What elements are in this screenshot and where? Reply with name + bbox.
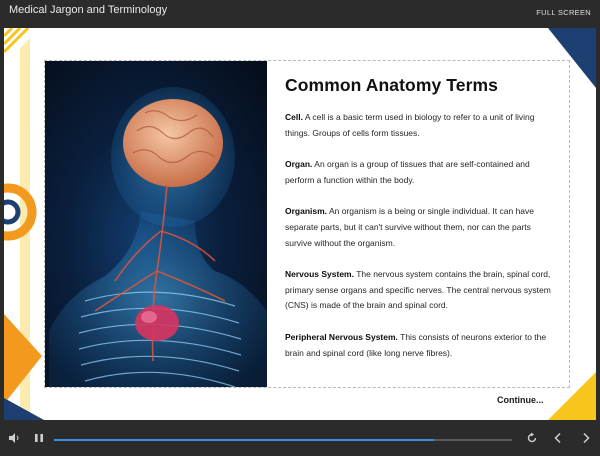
term-label: Peripheral Nervous System.	[285, 331, 398, 342]
decorative-corner-navy	[4, 398, 44, 420]
anatomy-illustration	[49, 87, 267, 387]
top-bar: Medical Jargon and Terminology FULL SCRE…	[0, 0, 600, 28]
course-title: Medical Jargon and Terminology	[9, 4, 168, 16]
fullscreen-button[interactable]: FULL SCREEN	[536, 8, 591, 17]
pause-icon[interactable]	[33, 432, 45, 444]
term-item-peripheral-nervous-system: Peripheral Nervous System. This consists…	[285, 330, 557, 361]
continue-link[interactable]: Continue...	[497, 395, 544, 405]
term-label: Organism.	[285, 206, 328, 217]
terms-content: Common Anatomy Terms Cell. A cell is a b…	[285, 75, 557, 381]
progress-bar[interactable]	[54, 439, 512, 441]
next-icon[interactable]	[580, 432, 592, 444]
term-item-organism: Organism. An organism is a being or sing…	[285, 204, 557, 251]
term-item-nervous-system: Nervous System. The nervous system conta…	[285, 267, 557, 314]
term-item-cell: Cell. A cell is a basic term used in bio…	[285, 110, 557, 141]
term-label: Nervous System.	[285, 269, 354, 280]
content-panel: Common Anatomy Terms Cell. A cell is a b…	[44, 60, 570, 388]
term-label: Cell.	[285, 112, 303, 122]
slide: Common Anatomy Terms Cell. A cell is a b…	[4, 28, 596, 420]
slide-heading: Common Anatomy Terms	[285, 75, 498, 95]
anatomy-image	[45, 61, 267, 387]
prev-icon[interactable]	[552, 432, 564, 444]
term-definition: A cell is a basic term used in biology t…	[285, 112, 535, 138]
term-item-organ: Organ. An organ is a group of tissues th…	[285, 157, 557, 188]
decorative-corner-orange	[4, 314, 42, 404]
decorative-ring	[4, 183, 37, 241]
volume-icon[interactable]	[8, 432, 20, 444]
term-definition: An organ is a group of tissues that are …	[285, 159, 530, 185]
player-controls	[0, 420, 600, 456]
replay-icon[interactable]	[526, 432, 538, 444]
term-label: Organ.	[285, 159, 313, 170]
progress-fill	[54, 439, 435, 441]
